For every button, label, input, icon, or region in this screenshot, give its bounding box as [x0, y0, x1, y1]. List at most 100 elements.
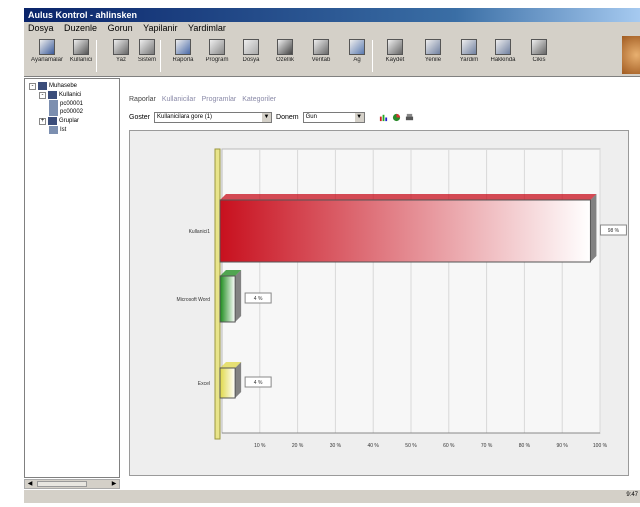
toolbar-button-dosya[interactable]: Dosya: [234, 38, 268, 74]
toolbar-button-label: Ayarlamalar: [31, 57, 63, 63]
settings-icon: [39, 39, 55, 55]
save-icon: [387, 39, 403, 55]
toolbar-button-label: Veritab: [311, 57, 331, 63]
tree-item-label: Gruplar: [59, 118, 80, 124]
filter-select-value: Kullanicilara gore (1): [157, 113, 213, 120]
help-icon: [461, 39, 477, 55]
window-title: Aulus Kontrol - ahlinsken: [24, 8, 640, 22]
filter-select[interactable]: Kullanicilara gore (1) ▼: [154, 111, 273, 123]
network-icon: [349, 39, 365, 55]
bar-top: [220, 194, 597, 200]
toolbar-button-label: Kaydet: [385, 57, 405, 63]
category-label: Excel: [198, 381, 210, 387]
database-icon: [313, 39, 329, 55]
toolbar-button-program[interactable]: Program: [200, 38, 234, 74]
x-tick-label: 60 %: [443, 443, 455, 449]
x-tick-label: 10 %: [254, 443, 266, 449]
x-tick-label: 100 %: [593, 443, 608, 449]
toolbar-button-ayarlamalar[interactable]: Ayarlamalar: [30, 38, 64, 74]
menu-view[interactable]: Gorun: [104, 22, 137, 35]
category-label: Microsoft Word: [176, 297, 210, 303]
file-icon: [243, 39, 259, 55]
toolbar-button-label: Sistem: [137, 57, 157, 63]
bar-chart: 10 % 20 % 30 % 40 % 50 % 60 % 70 % 80 % 90 % 100 …: [176, 148, 627, 449]
tab-programs[interactable]: Programlar: [202, 96, 237, 103]
toolbar-button-ag[interactable]: Ag: [340, 38, 374, 74]
x-tick-label: 80 %: [519, 443, 531, 449]
scroll-thumb[interactable]: [37, 481, 87, 487]
tab-reports[interactable]: Raporlar: [129, 96, 156, 103]
about-icon: [495, 39, 511, 55]
toolbar-button-yardim[interactable]: Yardim: [452, 38, 486, 74]
toolbar-separator: [372, 40, 373, 72]
refresh-icon: [425, 39, 441, 55]
toolbar-button-kullanici[interactable]: Kullanici: [64, 38, 98, 74]
bar: [219, 367, 236, 399]
category-label: Kullanici1: [189, 229, 211, 235]
tab-categories[interactable]: Kategoriler: [242, 96, 276, 103]
computer-icon: [49, 126, 58, 134]
exit-icon: [531, 39, 547, 55]
avatar: [622, 36, 640, 74]
value-label: 98 %: [608, 228, 620, 234]
toolbar-button-cikis[interactable]: Cikis: [522, 38, 556, 74]
bar-side: [235, 362, 242, 398]
value-label: 4 %: [254, 380, 263, 386]
tree-item[interactable]: - Kullanici: [39, 91, 81, 99]
program-icon: [209, 39, 225, 55]
menu-bar: Dosya Duzenle Gorun Yapilanir Yardimlar: [24, 22, 640, 35]
collapse-icon[interactable]: -: [39, 91, 46, 99]
menu-file[interactable]: Dosya: [24, 22, 58, 35]
chevron-down-icon: ▼: [262, 112, 272, 122]
toolbar-button-sistem[interactable]: Sistem: [130, 38, 164, 74]
toolbar-button-yenile[interactable]: Yenile: [416, 38, 450, 74]
tab-users[interactable]: Kullanicilar: [162, 96, 196, 103]
toolbar-button-hakkinda[interactable]: Hakkinda: [486, 38, 520, 74]
x-tick-label: 50 %: [405, 443, 417, 449]
scroll-right-arrow-icon[interactable]: ▶: [109, 480, 119, 488]
period-select[interactable]: Gun ▼: [302, 111, 365, 123]
report-tabs: Raporlar Kullanicilar Programlar Kategor…: [129, 96, 280, 103]
report-panel: Raporlar Kullanicilar Programlar Kategor…: [121, 78, 640, 488]
tree-item-label: pc00001: [60, 101, 84, 107]
pie-chart-icon[interactable]: [392, 113, 401, 122]
menu-edit[interactable]: Duzenle: [60, 22, 101, 35]
filter-row: Goster Kullanicilara gore (1) ▼ Donem Gu…: [129, 111, 414, 123]
tree-scrollbar[interactable]: ◀ ▶: [24, 479, 120, 489]
toolbar-button-label: Dosya: [242, 57, 260, 63]
toolbar-button-raporla[interactable]: Raporla: [166, 38, 200, 74]
period-select-value: Gun: [305, 113, 317, 120]
menu-help[interactable]: Yardimlar: [184, 22, 230, 35]
toolbar-button-ozellik[interactable]: Ozellik: [268, 38, 302, 74]
tree-item[interactable]: pc00002: [49, 108, 83, 116]
user-icon: [73, 39, 89, 55]
x-tick-label: 20 %: [292, 443, 304, 449]
group-icon: [48, 91, 57, 99]
chart-type-icon[interactable]: [379, 113, 388, 122]
menu-tools[interactable]: Yapilanir: [139, 22, 181, 35]
print-icon[interactable]: [405, 113, 414, 122]
tree-item[interactable]: + Gruplar: [39, 117, 79, 125]
toolbar-button-label: Raporla: [172, 57, 194, 63]
toolbar-separator: [96, 40, 97, 72]
toolbar: Ayarlamalar Kullanici Yaz Sistem Raporla Prog…: [24, 35, 640, 77]
group-icon: [38, 82, 47, 90]
toolbar-button-veritab[interactable]: Veritab: [304, 38, 338, 74]
x-tick-label: 30 %: [330, 443, 342, 449]
tree-item-label: Muhasebe: [49, 83, 78, 89]
collapse-icon[interactable]: -: [29, 82, 36, 90]
computer-icon: [49, 100, 58, 108]
tree-item[interactable]: pc00001: [49, 100, 83, 108]
bar-side: [235, 270, 242, 322]
tree-item[interactable]: Ist: [49, 126, 66, 134]
chevron-down-icon: ▼: [354, 112, 364, 122]
toolbar-button-kaydet[interactable]: Kaydet: [378, 38, 412, 74]
toolbar-button-label: Yenile: [424, 57, 442, 63]
tree-item[interactable]: - Muhasebe: [29, 82, 77, 90]
chart-frame: 10 % 20 % 30 % 40 % 50 % 60 % 70 % 80 % 90 % 100 …: [129, 130, 629, 476]
toolbar-button-label: Cikis: [532, 57, 546, 63]
expand-icon[interactable]: +: [39, 117, 46, 125]
y-axis-wall: [214, 148, 221, 440]
scroll-left-arrow-icon[interactable]: ◀: [25, 480, 35, 488]
print-icon: [113, 39, 129, 55]
